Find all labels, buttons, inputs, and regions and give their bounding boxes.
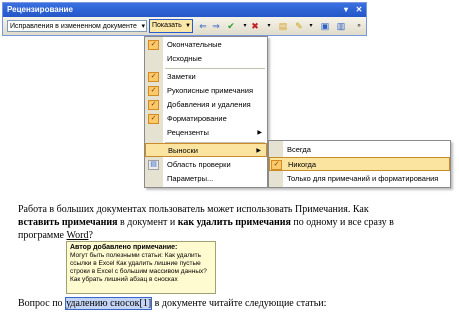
submenu-arrow-icon: ▶: [256, 148, 261, 154]
menu-item-label: Всегда: [287, 145, 311, 154]
display-mode-value: Исправления в измененном документе: [10, 23, 137, 30]
checkmark-icon: ✓: [148, 40, 159, 50]
menu-item-label: Окончательные: [167, 40, 222, 49]
more-options-icon[interactable]: »: [353, 20, 365, 32]
menu-item-original[interactable]: Исходные: [145, 52, 267, 66]
menu-item-ink-annotations[interactable]: ✓ Рукописные примечания: [145, 84, 267, 98]
reviewing-toolbar: Рецензирование ▾ ✕ Исправления в изменен…: [2, 2, 367, 36]
toolbar-title: Рецензирование: [7, 5, 73, 14]
checkmark-icon: ✓: [148, 72, 159, 82]
menu-item-label: Рукописные примечания: [167, 86, 254, 95]
chevron-down-icon[interactable]: ▾: [263, 20, 275, 32]
display-mode-select[interactable]: Исправления в измененном документе ▾: [7, 20, 147, 32]
text-fragment: ?: [88, 230, 93, 241]
paragraph-1-line-1: Работа в больших документах пользователь…: [18, 204, 369, 215]
menu-item-label: Заметки: [167, 72, 196, 81]
menu-item-label: Добавления и удаления: [167, 100, 251, 109]
paragraph-1-line-2: вставить примечания в документ и как уда…: [18, 216, 428, 229]
submenu-item-always[interactable]: Всегда: [269, 143, 450, 157]
next-change-icon[interactable]: ⇒: [210, 20, 222, 32]
previous-change-icon[interactable]: ⇐: [197, 20, 209, 32]
checkmark-icon: ✓: [148, 114, 159, 124]
highlight-icon[interactable]: ✎: [293, 20, 305, 32]
text-fragment: программе: [18, 230, 67, 241]
menu-item-label: Выноски: [168, 146, 198, 155]
menu-item-label: Исходные: [167, 54, 202, 63]
toolbar-titlebar[interactable]: Рецензирование ▾ ✕: [3, 3, 366, 17]
menu-item-balloons[interactable]: Выноски ▶: [145, 143, 267, 157]
commented-word[interactable]: Word: [67, 230, 89, 241]
menu-separator: [165, 68, 265, 69]
accept-change-icon[interactable]: ✔: [225, 20, 237, 32]
toolbar-row: Исправления в измененном документе ▾ Пок…: [3, 17, 366, 35]
chevron-down-icon: ▼: [185, 23, 191, 29]
comment-body: Могут быть полезными статьи: Как удалить…: [70, 252, 207, 283]
text-fragment: по одному и все сразу в: [290, 217, 394, 228]
menu-item-label: Рецензенты: [167, 128, 209, 137]
chevron-down-icon[interactable]: ▾: [305, 20, 317, 32]
highlighted-text: удалению сносок: [66, 298, 140, 309]
submenu-item-never[interactable]: ✓ Никогда: [269, 157, 450, 171]
submenu-arrow-icon: ▶: [257, 130, 262, 136]
show-menu-button[interactable]: Показать ▼: [149, 19, 193, 33]
menu-item-insertions-deletions[interactable]: ✓ Добавления и удаления: [145, 98, 267, 112]
balloons-submenu: Всегда ✓ Никогда Только для примечаний и…: [268, 140, 451, 188]
checkmark-icon: ✓: [148, 100, 159, 110]
checkmark-icon: ✓: [148, 86, 159, 96]
chevron-down-icon[interactable]: ▾: [141, 21, 145, 31]
comment-author: Автор добавлено примечание:: [70, 244, 178, 251]
menu-item-label: Только для примечаний и форматирования: [287, 174, 439, 183]
menu-item-reviewers[interactable]: Рецензенты ▶: [145, 126, 267, 140]
menu-item-label: Область проверки: [167, 160, 231, 169]
text-fragment: в документе читайте следующие статьи:: [152, 298, 327, 309]
track-changes-icon[interactable]: ▣: [319, 20, 331, 32]
menu-item-notes[interactable]: ✓ Заметки: [145, 70, 267, 84]
paragraph-1: Работа в больших документах пользователь…: [18, 203, 428, 242]
comment-reference: [1]: [139, 298, 152, 309]
reviewing-pane-icon[interactable]: ▥: [335, 20, 347, 32]
submenu-item-comments-formatting-only[interactable]: Только для примечаний и форматирования: [269, 172, 450, 186]
menu-item-label: Параметры...: [167, 174, 214, 183]
bold-phrase-delete: как удалить примечания: [177, 217, 291, 228]
menu-item-label: Никогда: [288, 160, 317, 169]
highlighted-commented-text[interactable]: удалению сносок[1]: [65, 297, 153, 310]
reject-change-icon[interactable]: ✖: [249, 20, 261, 32]
menu-item-reviewing-pane[interactable]: ▤ Область проверки: [145, 158, 267, 172]
menu-item-formatting[interactable]: ✓ Форматирование: [145, 112, 267, 126]
menu-item-options[interactable]: Параметры...: [145, 172, 267, 186]
text-fragment: в документ и: [117, 217, 178, 228]
checkmark-icon: ✓: [271, 160, 282, 170]
comment-tooltip: Автор добавлено примечание: Могут быть п…: [66, 241, 216, 294]
show-menu-label: Показать: [152, 22, 182, 29]
paragraph-2: Вопрос по удалению сносок[1] в документе…: [18, 297, 428, 310]
toolbar-options-icon[interactable]: ▾: [340, 4, 352, 15]
reviewing-pane-icon: ▤: [148, 160, 159, 170]
bold-phrase-insert: вставить примечания: [18, 217, 118, 228]
show-dropdown-menu: ✓ Окончательные Исходные ✓ Заметки ✓ Рук…: [144, 36, 268, 188]
close-icon[interactable]: ✕: [353, 4, 365, 15]
menu-item-final[interactable]: ✓ Окончательные: [145, 38, 267, 52]
menu-item-label: Форматирование: [167, 114, 227, 123]
insert-comment-icon[interactable]: ▤: [277, 20, 289, 32]
text-fragment: Вопрос по: [18, 298, 66, 309]
